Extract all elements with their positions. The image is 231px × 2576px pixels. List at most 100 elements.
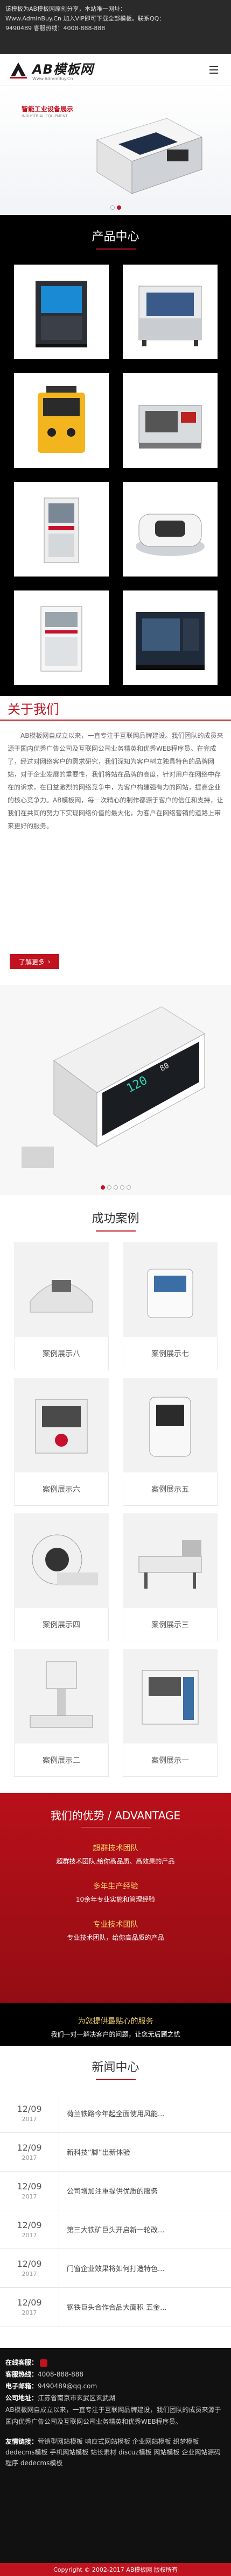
case-card[interactable]: 案例展示五 (123, 1378, 218, 1506)
case-label: 案例展示一 (123, 1744, 218, 1777)
product-image (138, 405, 202, 449)
product-grid (0, 250, 231, 685)
news-item[interactable]: 12/09 2017 门窗企业效果将如何打造特色... (0, 2249, 231, 2288)
banner-title: 智能工业设备展示 (22, 105, 74, 113)
news-link[interactable]: 第三大铁矿巨头开启新一轮改... (59, 2210, 231, 2248)
banner-dot-active[interactable] (116, 205, 121, 210)
slider-pagination (0, 1185, 231, 1190)
product-tile[interactable] (123, 373, 218, 468)
logo-subtext: Www.AdminBuy.Cn (32, 76, 73, 81)
news-date-year: 2017 (22, 2309, 37, 2316)
product-tile[interactable] (123, 265, 218, 359)
success-cases: 成功案例 案例展示八 案例展示七 案例展示六 案例展示五 案例展示四 案例展示三… (0, 1195, 231, 1793)
menu-button[interactable] (204, 61, 223, 79)
case-card[interactable]: 案例展示七 (123, 1242, 218, 1370)
product-tile[interactable] (123, 482, 218, 577)
logo[interactable]: AB模板网 Www.AdminBuy.Cn (8, 59, 94, 81)
news-date: 12/09 2017 (0, 2288, 59, 2326)
address-label: 公司地址： (5, 2394, 38, 2402)
product-image (136, 514, 205, 556)
product-tile[interactable] (14, 265, 109, 359)
product-image (44, 497, 79, 563)
case-card[interactable]: 案例展示八 (14, 1242, 109, 1370)
news-link[interactable]: 钢铁巨头合作合品大面积 五金... (59, 2288, 231, 2326)
case-label: 案例展示八 (14, 1337, 109, 1370)
notice-line: Www.AdminBuy.Cn 加入VIP即可下载全部模板。联系QQ： (5, 15, 165, 22)
case-grid: 案例展示八 案例展示七 案例展示六 案例展示五 案例展示四 案例展示三 案例展示… (0, 1232, 231, 1777)
news-date-year: 2017 (22, 2193, 37, 2200)
news-date: 12/09 2017 (0, 2094, 59, 2132)
cases-title: 成功案例 (92, 1212, 139, 1226)
product-tile[interactable] (14, 482, 109, 577)
case-card[interactable]: 案例展示六 (14, 1378, 109, 1506)
logo-text: AB模板网 (32, 61, 94, 77)
advantage-item-title: 超群技术团队 (93, 1844, 138, 1853)
qq-chat-icon[interactable] (39, 2359, 47, 2367)
advantage-item-desc: 专业技术团队，给你高品质的产品 (67, 1934, 164, 1941)
news-date: 12/09 2017 (0, 2249, 59, 2287)
about-title: 关于我们 (8, 701, 59, 717)
email-label: 电子邮箱： (5, 2382, 38, 2390)
news-link[interactable]: 新科技“脚”出新体验 (59, 2133, 231, 2171)
advantage-item: 为您提供最贴心的服务 我们一对一解决客户的问题，让您无后顾之忧 (0, 2016, 231, 2039)
friend-links[interactable]: 营销型网站模板 响应式网站模板 企业网站模板 织梦模板 dedecms模板 手机… (5, 2438, 220, 2467)
about-header: 关于我们 (0, 696, 231, 721)
product-image (38, 386, 85, 453)
news-item[interactable]: 12/09 2017 第三大铁矿巨头开启新一轮改... (0, 2210, 231, 2249)
news-link[interactable]: 门窗企业效果将如何打造特色... (59, 2249, 231, 2287)
phone-label: 客服热线： (5, 2371, 38, 2378)
advantage-item-title: 专业技术团队 (93, 1920, 138, 1929)
case-card[interactable]: 案例展示一 (123, 1649, 218, 1777)
about-text: AB模板网自成立以来，一直专注于互联网品牌建设。我们团队的成员来源于国内优秀广告… (8, 732, 223, 830)
product-tile[interactable] (14, 373, 109, 468)
news-title: 新闻中心 (92, 2061, 139, 2074)
news-link[interactable]: 公司增加注重提供优质的服务 (59, 2172, 231, 2210)
case-image (14, 1649, 109, 1744)
news-date-md: 12/09 (17, 2297, 42, 2308)
learn-more-button[interactable]: 了解更多 › (10, 954, 59, 969)
hero-banner[interactable]: 智能工业设备展示 INDUSTRIAL EQUIPMENT (0, 86, 231, 215)
advantage-item-desc: 10余年专业实施和管理经验 (75, 1896, 156, 1903)
advantage-item-title: 多年生产经验 (93, 1882, 138, 1891)
slider-dot-active[interactable] (100, 1185, 105, 1190)
case-card[interactable]: 案例展示三 (123, 1513, 218, 1641)
news-date-year: 2017 (22, 2116, 37, 2123)
product-image (36, 281, 87, 347)
product-tile[interactable] (14, 590, 109, 685)
banner-dot[interactable] (110, 205, 115, 210)
slider-dot[interactable] (113, 1185, 118, 1190)
advantage-item-desc: 超群技术团队,给你高品质、高效果的产品 (56, 1858, 175, 1865)
phone-value: 4008-888-888 (38, 2371, 84, 2378)
banner-pagination (0, 205, 231, 210)
case-card[interactable]: 案例展示四 (14, 1513, 109, 1641)
banner-subtitle: INDUSTRIAL EQUIPMENT (22, 114, 68, 118)
news-item[interactable]: 12/09 2017 新科技“脚”出新体验 (0, 2133, 231, 2172)
news-item[interactable]: 12/09 2017 公司增加注重提供优质的服务 (0, 2172, 231, 2210)
case-label: 案例展示五 (123, 1472, 218, 1506)
news-date-md: 12/09 (17, 2181, 42, 2191)
case-card[interactable]: 案例展示二 (14, 1649, 109, 1777)
news-item[interactable]: 12/09 2017 钢铁巨头合作合品大面积 五金... (0, 2288, 231, 2326)
logo-icon (10, 62, 27, 79)
slider-dot[interactable] (120, 1185, 124, 1190)
case-label: 案例展示六 (14, 1472, 109, 1506)
advantage-item-desc: 我们一对一解决客户的问题，让您无后顾之忧 (51, 2031, 180, 2038)
news-date-md: 12/09 (17, 2220, 42, 2230)
case-image (14, 1513, 109, 1608)
footer-description: AB模板网自成立以来，一直专注于互联网品牌建设，我们团队的成员来源于国内优秀广告… (5, 2406, 221, 2425)
product-showcase-slider[interactable]: 120 80 (0, 985, 231, 1195)
news-date: 12/09 2017 (0, 2210, 59, 2248)
case-image (14, 1242, 109, 1337)
slider-dot[interactable] (126, 1185, 131, 1190)
advantage-item: 多年生产经验 10余年专业实施和管理经验 (0, 1881, 231, 1904)
news-link[interactable]: 荷兰铁路今年起全面使用风能... (59, 2094, 231, 2132)
case-image (123, 1242, 218, 1337)
case-label: 案例展示二 (14, 1744, 109, 1777)
news-item[interactable]: 12/09 2017 荷兰铁路今年起全面使用风能... (0, 2094, 231, 2133)
top-bar: AB模板网 Www.AdminBuy.Cn (0, 54, 231, 86)
product-tile[interactable] (123, 590, 218, 685)
notice-line: 9490489 客服热线：4008-888-888 (5, 25, 106, 32)
footer: 在线客服： 客服热线：4008-888-888 电子邮箱：9490489@qq.… (0, 2348, 231, 2563)
slider-dot[interactable] (107, 1185, 111, 1190)
case-label: 案例展示四 (14, 1608, 109, 1641)
